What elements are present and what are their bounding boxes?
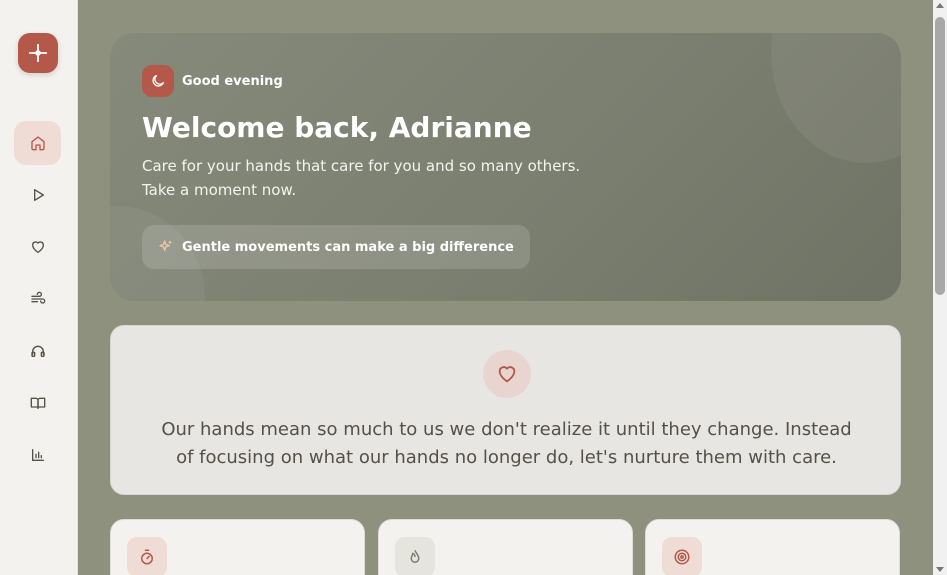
sparkles-icon bbox=[159, 240, 172, 251]
timer-icon bbox=[141, 549, 153, 565]
nav-audio[interactable] bbox=[14, 329, 61, 373]
wind-icon bbox=[30, 291, 45, 304]
scroll-down-arrow[interactable] bbox=[936, 567, 944, 572]
bar-chart-icon bbox=[31, 449, 44, 461]
scrollbar[interactable] bbox=[933, 0, 947, 575]
tip-text: Gentle movements can make a big differen… bbox=[182, 239, 514, 255]
greeting-row: Good evening bbox=[142, 65, 283, 97]
book-icon bbox=[30, 397, 45, 409]
scroll-thumb[interactable] bbox=[935, 17, 945, 295]
greeting-text: Good evening bbox=[182, 73, 283, 89]
home-icon bbox=[30, 136, 45, 151]
hero-subtitle: Care for your hands that care for you an… bbox=[142, 157, 581, 199]
nav-breathing[interactable] bbox=[14, 277, 61, 321]
nav-favorites[interactable] bbox=[14, 225, 61, 269]
play-icon bbox=[33, 189, 44, 201]
feature-icon-badge bbox=[662, 537, 702, 575]
sparkle-plus-icon bbox=[28, 43, 48, 63]
moon-badge bbox=[142, 65, 174, 97]
feature-card-target[interactable] bbox=[645, 519, 900, 575]
target-icon bbox=[674, 549, 690, 565]
feature-card-timer[interactable] bbox=[110, 519, 365, 575]
quote-heart-badge bbox=[483, 350, 531, 398]
sidebar bbox=[0, 0, 78, 575]
nav-stats[interactable] bbox=[14, 433, 61, 477]
app-logo[interactable] bbox=[18, 33, 58, 73]
page-title: Welcome back, Adrianne bbox=[142, 111, 532, 144]
headphones-icon bbox=[30, 345, 45, 357]
heart-icon bbox=[498, 366, 516, 383]
feature-card-flame[interactable] bbox=[378, 519, 633, 575]
feature-icon-badge bbox=[127, 537, 167, 575]
hero-decoration bbox=[771, 33, 901, 163]
quote-card: Our hands mean so much to us we don't re… bbox=[110, 325, 901, 495]
nav-home[interactable] bbox=[14, 121, 61, 165]
nav-play[interactable] bbox=[14, 173, 61, 217]
main-content: Good evening Welcome back, Adrianne Care… bbox=[78, 0, 933, 575]
quote-text: Our hands mean so much to us we don't re… bbox=[161, 419, 852, 468]
moon-icon bbox=[152, 75, 164, 87]
heart-icon bbox=[31, 241, 44, 253]
feature-icon-badge bbox=[395, 537, 435, 575]
welcome-hero: Good evening Welcome back, Adrianne Care… bbox=[110, 33, 901, 301]
scroll-up-arrow[interactable] bbox=[936, 3, 944, 8]
tip-pill: Gentle movements can make a big differen… bbox=[142, 225, 530, 269]
flame-icon bbox=[410, 550, 420, 563]
nav-library[interactable] bbox=[14, 381, 61, 425]
